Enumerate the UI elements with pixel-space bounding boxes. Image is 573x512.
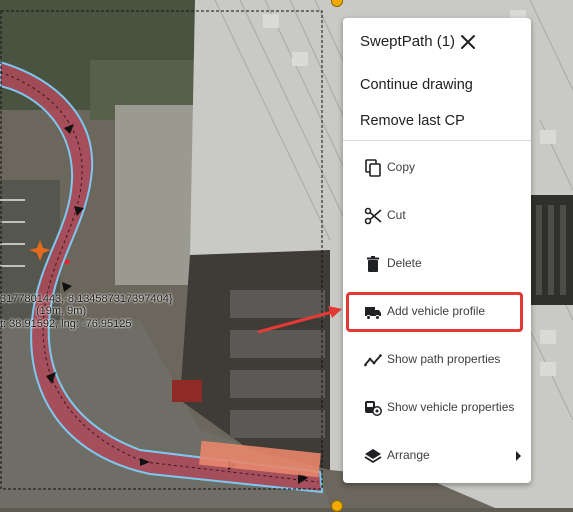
menu-title: SweptPath (1) [360, 33, 456, 50]
scissors-icon [364, 207, 382, 225]
menu-item-show-path-properties[interactable]: Show path properties [343, 340, 531, 380]
layers-icon [364, 449, 382, 464]
context-menu: SweptPath (1) Continue drawing Remove la… [343, 18, 531, 483]
coordinate-label-1: 3177801443,-8.134587317397404} [0, 293, 173, 305]
truck-icon [365, 307, 381, 320]
remove-last-cp-button[interactable]: Remove last CP [360, 113, 465, 129]
menu-item-cut[interactable]: Cut [343, 196, 531, 236]
menu-item-label: Show path properties [387, 352, 501, 366]
menu-item-copy[interactable]: Copy [343, 148, 531, 188]
menu-item-show-vehicle-properties[interactable]: Show vehicle properties [343, 388, 531, 428]
menu-item-add-vehicle-profile[interactable]: Add vehicle profile [343, 292, 531, 332]
menu-item-label: Delete [387, 256, 422, 270]
coordinate-label-3: t: 38.91592, lng: -76.95125 [0, 318, 132, 330]
menu-item-label: Show vehicle properties [387, 400, 515, 414]
menu-item-delete[interactable]: Delete [343, 244, 531, 284]
path-chart-icon [364, 354, 382, 367]
menu-item-label: Copy [387, 160, 416, 174]
menu-item-label: Add vehicle profile [387, 304, 486, 318]
continue-drawing-button[interactable]: Continue drawing [360, 77, 473, 93]
copy-icon [365, 159, 381, 177]
submenu-arrow-icon [516, 451, 521, 461]
menu-item-label: Cut [387, 208, 406, 222]
vehicle-properties-icon [365, 401, 382, 416]
selection-handle-bottom[interactable] [331, 500, 343, 512]
coordinate-label-2: (19m, 9m) [36, 305, 87, 317]
annotation-arrow [257, 306, 342, 334]
menu-item-arrange[interactable]: Arrange [343, 436, 531, 476]
menu-item-label: Arrange [387, 448, 430, 462]
trash-icon [367, 256, 379, 272]
menu-divider [343, 140, 531, 141]
close-icon[interactable] [459, 33, 477, 51]
